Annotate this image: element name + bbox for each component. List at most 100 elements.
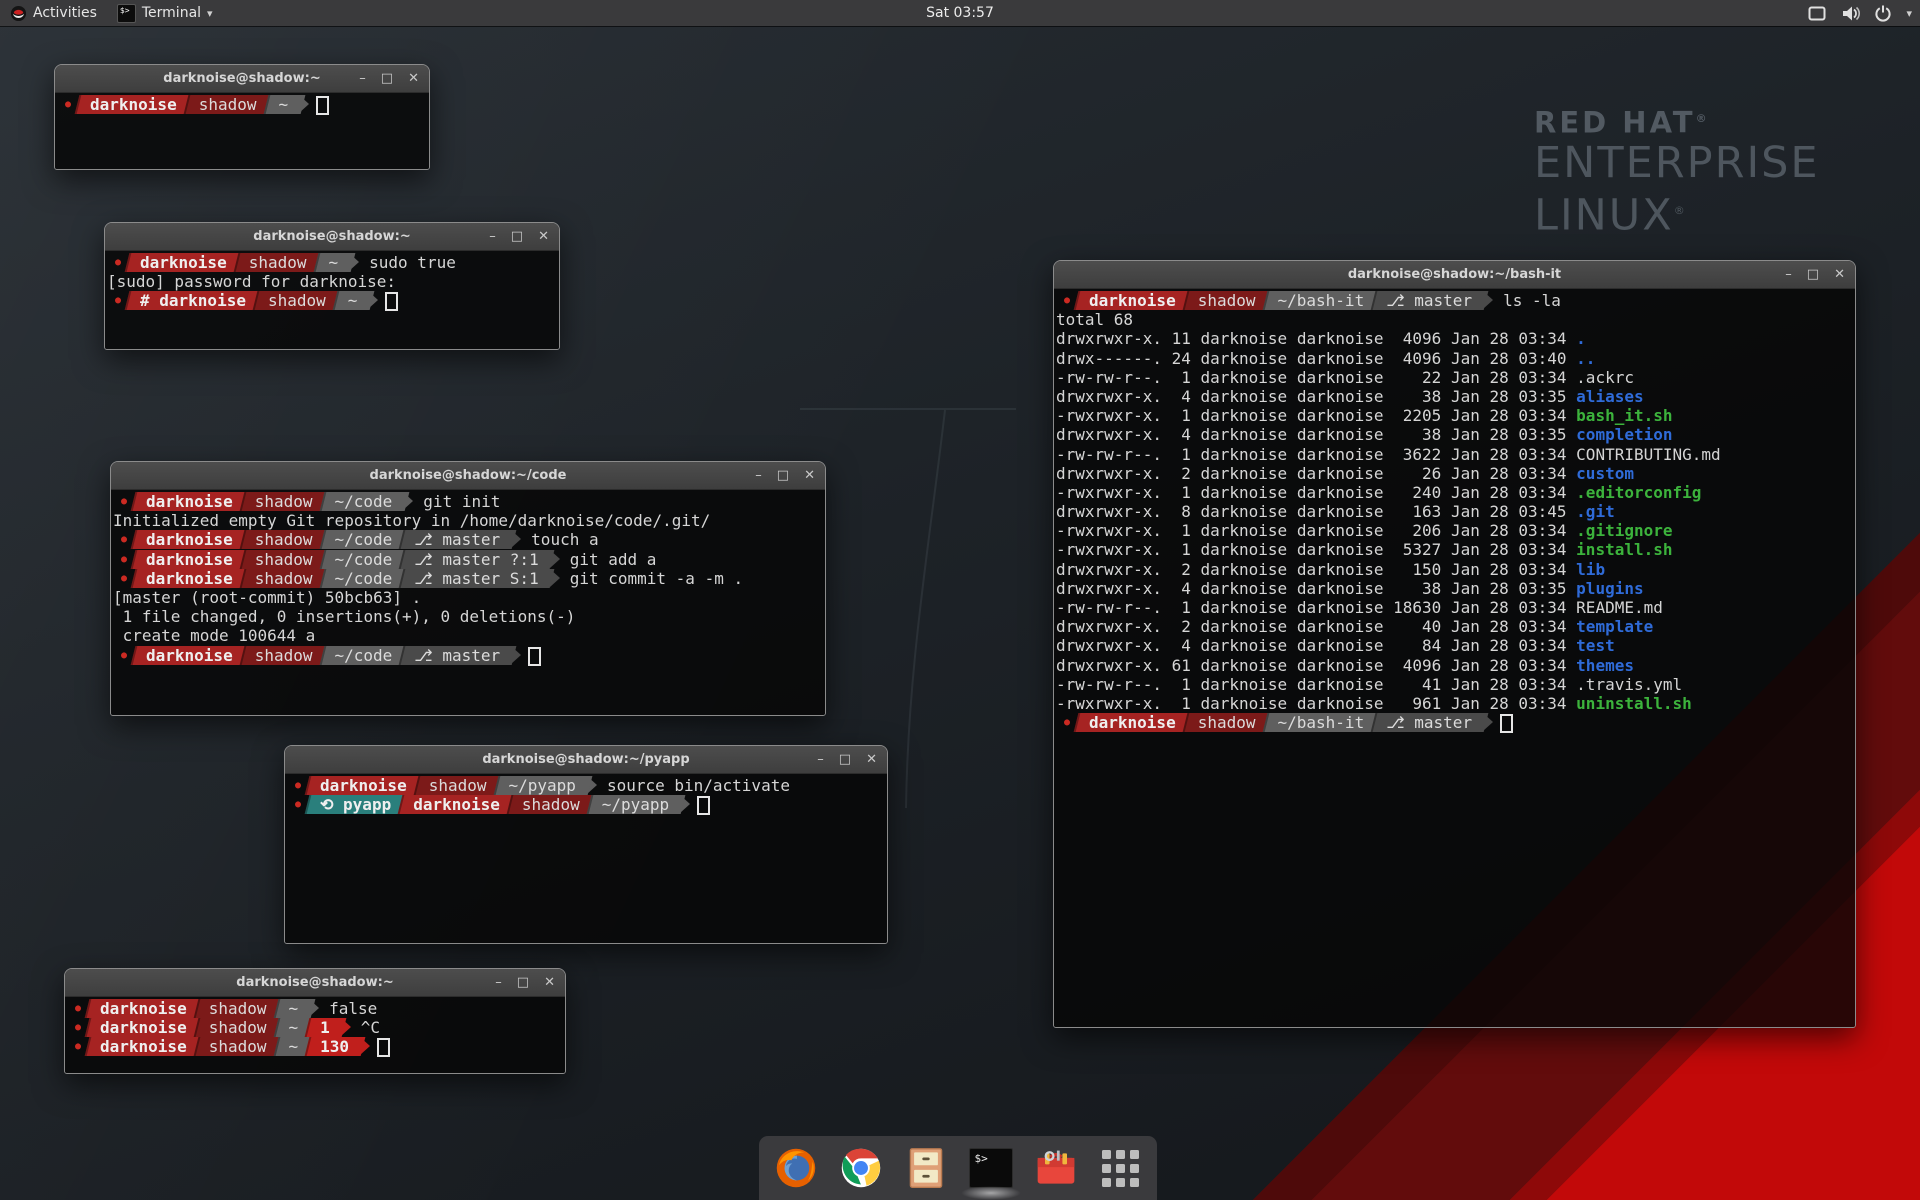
prompt-line: ●darknoiseshadow~/code⎇ master ?:1git ad… [113, 550, 825, 569]
ls-file-name: custom [1576, 464, 1634, 483]
powerline-segment-path: ~/pyapp [498, 776, 587, 795]
ls-file-name: README.md [1576, 598, 1663, 617]
terminal-content[interactable]: ●darknoiseshadow~sudo true[sudo] passwor… [105, 251, 559, 349]
command-text: git commit -a -m . [570, 569, 743, 588]
maximize-button[interactable]: □ [511, 230, 523, 243]
terminal-cursor [528, 647, 541, 666]
app-menu-terminal[interactable]: $> Terminal ▾ [107, 0, 223, 26]
powerline-segment-path: ~/bash-it [1267, 713, 1376, 732]
output-line: -rw-rw-r--. 1 darknoise darknoise 22 Jan… [1056, 368, 1855, 387]
top-bar: Activities $> Terminal ▾ Sat 03:57 ▾ [0, 0, 1920, 26]
close-button[interactable]: ✕ [538, 230, 549, 243]
minimize-button[interactable]: – [817, 753, 824, 766]
terminal-titlebar[interactable]: darknoise@shadow:~ – □ ✕ [65, 969, 565, 997]
ls-line-details: -rw-rw-r--. 1 darknoise darknoise 18630 … [1056, 598, 1576, 617]
power-icon[interactable] [1874, 4, 1892, 22]
terminal-app-icon: $> [117, 4, 136, 23]
window-controls: – □ ✕ [495, 969, 555, 996]
powerline-segment-exit: 130 [309, 1037, 360, 1056]
maximize-button[interactable]: □ [1807, 268, 1819, 281]
maximize-button[interactable]: □ [517, 976, 529, 989]
terminal-titlebar[interactable]: darknoise@shadow:~–□✕ [105, 223, 559, 251]
system-menu-caret-icon[interactable]: ▾ [1906, 7, 1912, 20]
close-button[interactable]: ✕ [408, 72, 419, 85]
terminal-titlebar[interactable]: darknoise@shadow:~/pyapp–□✕ [285, 746, 887, 774]
minimize-button[interactable]: – [1785, 268, 1792, 281]
output-line: drwxrwxr-x. 8 darknoise darknoise 163 Ja… [1056, 502, 1855, 521]
terminal-window-home-1[interactable]: darknoise@shadow:~ – □ ✕ ●darknoiseshadow~ [54, 64, 430, 170]
powerline-segment-user: darknoise [135, 530, 244, 549]
terminal-window-home-exit[interactable]: darknoise@shadow:~ – □ ✕ ●darknoiseshadow~fa… [64, 968, 566, 1074]
ls-line-details: drwxrwxr-x. 2 darknoise darknoise 40 Jan… [1056, 617, 1576, 636]
terminal-content[interactable]: ●darknoiseshadow~false●darknoiseshadow~1… [65, 997, 565, 1073]
screen-layout-icon[interactable] [1807, 4, 1827, 23]
minimize-button[interactable]: – [359, 72, 366, 85]
ls-file-name: test [1576, 636, 1615, 655]
ls-file-name: .editorconfig [1576, 483, 1701, 502]
dock-terminal-icon[interactable]: $> [969, 1144, 1013, 1192]
terminal-window-bash-it[interactable]: darknoise@shadow:~/bash-it–□✕●darknoises… [1053, 260, 1856, 1028]
terminal-content[interactable]: ●darknoiseshadow~/pyappsource bin/activa… [285, 774, 887, 943]
window-title: darknoise@shadow:~ [236, 975, 393, 990]
powerline-segment-user: darknoise [89, 1037, 198, 1056]
dock-app-grid-icon[interactable] [1099, 1144, 1143, 1192]
maximize-button[interactable]: □ [381, 72, 393, 85]
powerline-segment-user: darknoise [1078, 291, 1187, 310]
activities-button[interactable]: Activities [0, 0, 107, 26]
powerline-segment-host: shadow [188, 95, 268, 114]
powerline-segment-host: shadow [244, 569, 324, 588]
terminal-cursor [1500, 714, 1513, 733]
dock-firefox-icon[interactable] [774, 1144, 818, 1192]
rhel-wallpaper-logo: RED HAT® ENTERPRISE LINUX® [1534, 102, 1820, 239]
output-line: drwxrwxr-x. 2 darknoise darknoise 150 Ja… [1056, 560, 1855, 579]
minimize-button[interactable]: – [489, 230, 496, 243]
minimize-button[interactable]: – [495, 976, 502, 989]
dock-chrome-icon[interactable] [839, 1144, 883, 1192]
active-app-glow [961, 1186, 1021, 1200]
terminal-window-code[interactable]: darknoise@shadow:~/code–□✕●darknoiseshad… [110, 461, 826, 716]
close-button[interactable]: ✕ [804, 469, 815, 482]
activities-label: Activities [33, 5, 97, 21]
window-title: darknoise@shadow:~ [163, 71, 320, 86]
terminal-content[interactable]: ●darknoiseshadow~/codegit initInitialize… [111, 490, 825, 715]
output-line: drwxrwxr-x. 4 darknoise darknoise 84 Jan… [1056, 636, 1855, 655]
close-button[interactable]: ✕ [866, 753, 877, 766]
volume-icon[interactable] [1841, 5, 1860, 22]
terminal-content[interactable]: ●darknoiseshadow~/bash-it⎇ masterls -lat… [1054, 289, 1855, 1027]
dock-toolbox-icon[interactable] [1034, 1144, 1078, 1192]
ls-line-details: drwxrwxr-x. 11 darknoise darknoise 4096 … [1056, 329, 1576, 348]
minimize-button[interactable]: – [755, 469, 762, 482]
terminal-titlebar[interactable]: darknoise@shadow:~ – □ ✕ [55, 65, 429, 93]
ls-line-details: drwxrwxr-x. 4 darknoise darknoise 38 Jan… [1056, 425, 1576, 444]
close-button[interactable]: ✕ [544, 976, 555, 989]
output-line: drwx------. 24 darknoise darknoise 4096 … [1056, 349, 1855, 368]
terminal-content[interactable]: ●darknoiseshadow~ [55, 93, 429, 169]
terminal-titlebar[interactable]: darknoise@shadow:~/code–□✕ [111, 462, 825, 490]
powerline-segment-git: ⎇ master [1375, 713, 1483, 732]
output-line: drwxrwxr-x. 2 darknoise darknoise 26 Jan… [1056, 464, 1855, 483]
ls-file-name: aliases [1576, 387, 1643, 406]
clock[interactable]: Sat 03:57 [926, 5, 994, 21]
command-text: git add a [570, 550, 657, 569]
close-button[interactable]: ✕ [1834, 268, 1845, 281]
ls-line-details: drwxrwxr-x. 2 darknoise darknoise 150 Ja… [1056, 560, 1576, 579]
dock-files-icon[interactable] [904, 1144, 948, 1192]
powerline-segment-venv: ⟲ pyapp [309, 795, 402, 814]
maximize-button[interactable]: □ [777, 469, 789, 482]
redhat-logo-icon [10, 5, 27, 22]
powerline-segment-user: darknoise [89, 1018, 198, 1037]
terminal-window-pyapp[interactable]: darknoise@shadow:~/pyapp–□✕●darknoisesha… [284, 745, 888, 944]
terminal-cursor [316, 96, 329, 115]
maximize-button[interactable]: □ [839, 753, 851, 766]
command-text: sudo true [369, 253, 456, 272]
prompt-line: ●darknoiseshadow~ [57, 95, 429, 114]
terminal-titlebar[interactable]: darknoise@shadow:~/bash-it–□✕ [1054, 261, 1855, 289]
output-line: -rwxrwxr-x. 1 darknoise darknoise 5327 J… [1056, 540, 1855, 559]
window-controls: – □ ✕ [755, 462, 815, 489]
prompt-line: ●⟲ pyappdarknoiseshadow~/pyapp [287, 795, 887, 814]
terminal-window-home-sudo[interactable]: darknoise@shadow:~–□✕●darknoiseshadow~su… [104, 222, 560, 350]
powerline-segment-user: darknoise [129, 253, 238, 272]
ls-file-name: .travis.yml [1576, 675, 1682, 694]
prompt-line: ●darknoiseshadow~/code⎇ mastertouch a [113, 530, 825, 549]
powerline-segment-host: shadow [244, 530, 324, 549]
